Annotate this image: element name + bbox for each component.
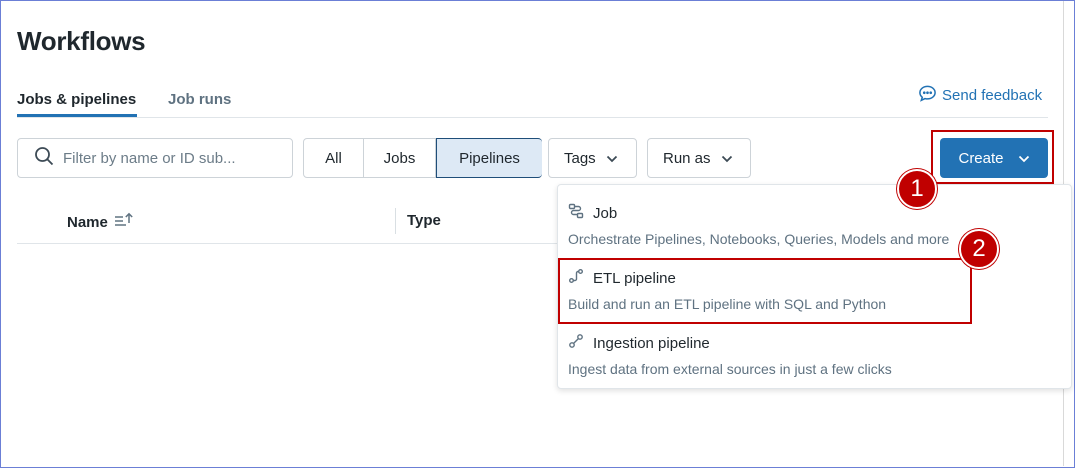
chevron-down-icon bbox=[721, 150, 733, 167]
column-header-type[interactable]: Type bbox=[407, 212, 441, 229]
ingestion-icon bbox=[568, 333, 584, 353]
table-header-divider bbox=[17, 243, 557, 244]
tab-job-runs[interactable]: Job runs bbox=[168, 91, 231, 108]
search-icon bbox=[34, 146, 54, 171]
tab-jobs-pipelines[interactable]: Jobs & pipelines bbox=[17, 91, 136, 108]
menu-item-ingestion-pipeline-title: Ingestion pipeline bbox=[593, 334, 710, 352]
column-header-name-label: Name bbox=[67, 213, 108, 231]
chat-bubble-icon bbox=[918, 84, 937, 107]
etl-pipeline-highlight-box bbox=[558, 258, 972, 324]
sort-ascending-icon[interactable] bbox=[114, 212, 134, 232]
tags-dropdown-label: Tags bbox=[564, 149, 596, 167]
chevron-down-icon bbox=[606, 150, 618, 167]
filter-jobs-button[interactable]: Jobs bbox=[364, 139, 436, 177]
column-header-name[interactable]: Name bbox=[67, 212, 134, 232]
column-header-type-label: Type bbox=[407, 212, 441, 229]
tabs-divider bbox=[17, 117, 1048, 118]
page-title: Workflows bbox=[17, 26, 146, 56]
workflow-icon bbox=[568, 203, 584, 223]
filter-all-button[interactable]: All bbox=[304, 139, 364, 177]
send-feedback-label: Send feedback bbox=[942, 87, 1043, 104]
menu-item-ingestion-pipeline-description: Ingest data from external sources in jus… bbox=[568, 361, 892, 377]
step-callout-1: 1 bbox=[897, 169, 937, 209]
tags-dropdown[interactable]: Tags bbox=[548, 138, 637, 178]
menu-item-ingestion-pipeline[interactable]: Ingestion pipeline Ingest data from exte… bbox=[558, 333, 1071, 377]
step-callout-2: 2 bbox=[959, 229, 999, 269]
run-as-dropdown-label: Run as bbox=[663, 149, 711, 167]
filter-search-box[interactable] bbox=[17, 138, 293, 178]
menu-item-job-description: Orchestrate Pipelines, Notebooks, Querie… bbox=[568, 231, 950, 247]
type-filter-segmented-control: All Jobs Pipelines bbox=[303, 138, 542, 178]
send-feedback-link[interactable]: Send feedback bbox=[918, 84, 1042, 107]
create-button-highlight-box bbox=[931, 130, 1054, 184]
run-as-dropdown[interactable]: Run as bbox=[647, 138, 751, 178]
filter-input[interactable] bbox=[63, 149, 273, 167]
menu-item-job-title: Job bbox=[593, 204, 618, 222]
filter-pipelines-button[interactable]: Pipelines bbox=[436, 138, 542, 178]
column-resize-handle[interactable] bbox=[395, 208, 396, 234]
